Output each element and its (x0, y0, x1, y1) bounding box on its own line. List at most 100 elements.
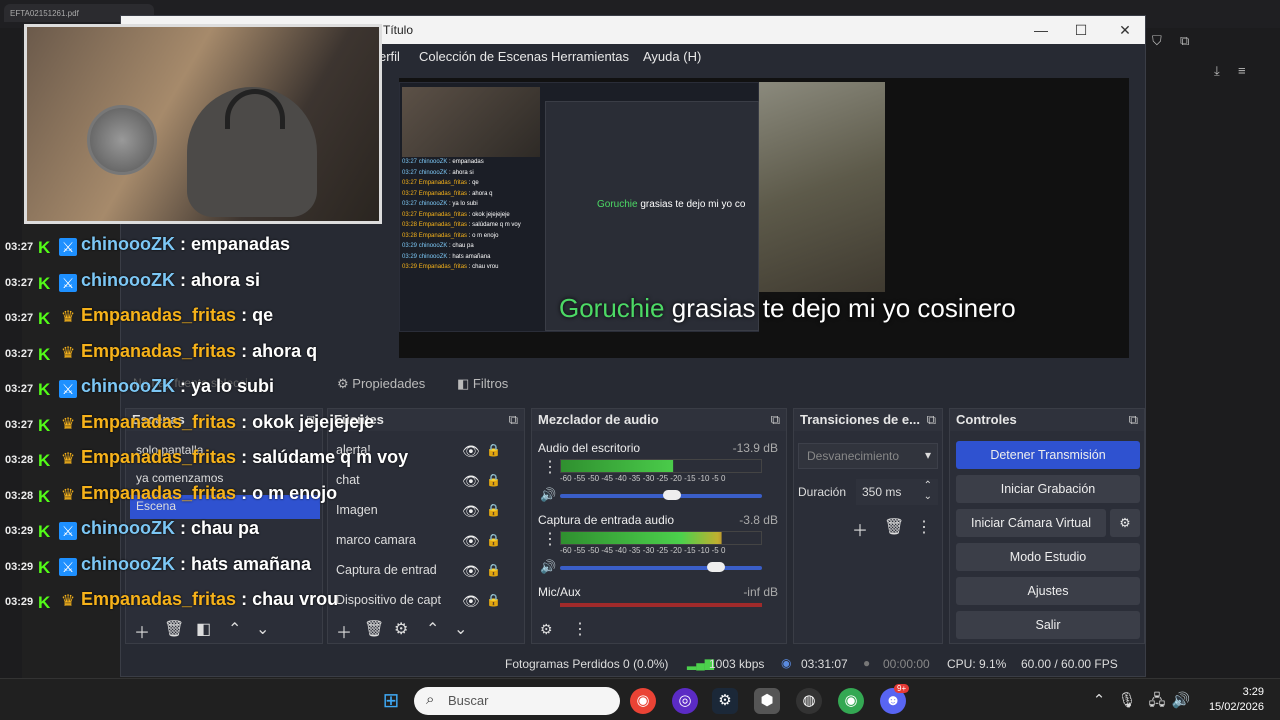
popout-icon[interactable]: ⧉ (509, 412, 518, 428)
gear-icon[interactable]: ⚙ (1110, 509, 1140, 537)
controls-header: Controles ⧉ (950, 409, 1144, 431)
minimize-button[interactable]: — (1021, 20, 1061, 40)
audio-mixer-dock: Mezclador de audio ⧉ Audio del escritorio… (531, 408, 787, 644)
menu-profile[interactable]: erfil (379, 49, 400, 64)
lock-icon[interactable]: 🔒 (486, 563, 501, 577)
add-icon[interactable]: ＋ (134, 619, 150, 643)
chat-username: Empanadas_fritas : salúdame q m voy (81, 447, 409, 467)
chat-timestamp: 03:27 (5, 241, 34, 253)
kick-icon: K (38, 273, 51, 293)
volume-icon[interactable]: 🔊 (1168, 688, 1194, 714)
eye-icon[interactable]: 👁 (462, 563, 480, 580)
shield-icon[interactable]: ⛉ (1152, 32, 1162, 50)
popout-icon[interactable]: ⧉ (1129, 412, 1138, 428)
more-vertical-icon[interactable]: ⋮ (542, 457, 558, 477)
speaker-icon[interactable]: 🔊 (540, 487, 556, 503)
gear-icon[interactable]: ⚙ (394, 619, 408, 639)
more-vertical-icon[interactable]: ⋮ (916, 517, 932, 537)
add-icon[interactable]: ＋ (852, 517, 868, 541)
meter-scale: -60 -55 -50 -45 -40 -35 -30 -25 -20 -15 … (560, 546, 726, 555)
crown-badge-icon: ♛ (60, 344, 76, 362)
volume-slider[interactable] (560, 562, 762, 572)
menu-icon[interactable]: ≡ (1238, 62, 1246, 80)
mixer-channel: Mic/Aux -inf dB (532, 585, 782, 611)
add-icon[interactable]: ＋ (336, 619, 352, 643)
close-button[interactable]: ✕ (1105, 20, 1145, 40)
trash-icon[interactable]: 🗑 (364, 619, 384, 639)
taskbar-search[interactable]: ⌕ Buscar (414, 687, 620, 715)
extensions-icon[interactable]: ⧉ (1180, 32, 1189, 50)
eye-icon[interactable]: 👁 (462, 473, 480, 490)
volume-knob[interactable] (707, 562, 726, 572)
steam-icon[interactable]: ⚙ (712, 688, 738, 714)
kick-icon: K (38, 238, 51, 257)
mini-chat-line: 03:29 chinoooZK : chau pa (402, 243, 474, 249)
microphone-icon[interactable]: 🎙 (1114, 688, 1140, 714)
eye-icon[interactable]: 👁 (462, 443, 480, 460)
channel-db: -inf dB (743, 585, 778, 599)
transition-select[interactable]: Desvanecimiento ▾ (798, 443, 938, 469)
virtual-camera-button[interactable]: Iniciar Cámara Virtual (956, 509, 1106, 537)
preview-canvas[interactable]: 03:27 chinoooZK : empanadas 03:27 chinooo… (399, 78, 1129, 358)
chat-timestamp: 03:29 (5, 525, 34, 537)
settings-button[interactable]: Ajustes (956, 577, 1140, 605)
clock[interactable]: 3:29 15/02/2026 (1198, 685, 1264, 715)
filters-button[interactable]: ◧ Filtros (457, 376, 508, 392)
chat-username: Empanadas_fritas : chau vrou (81, 589, 339, 609)
eye-icon[interactable]: 👁 (462, 533, 480, 550)
mini-chat-line: 03:29 Empanadas_fritas : chau vrou (402, 264, 499, 270)
up-arrow-icon[interactable]: ⌃ (426, 619, 439, 639)
popout-icon[interactable]: ⧉ (927, 412, 936, 428)
status-bar: Fotogramas Perdidos 0 (0.0%) ▂▄▆ 1003 kb… (121, 652, 1145, 676)
meter-scale: -60 -55 -50 -45 -40 -35 -30 -25 -20 -15 … (560, 474, 726, 483)
app-icon[interactable]: ◎ (672, 688, 698, 714)
filter-icon[interactable]: ◧ (196, 619, 211, 639)
duration-label: Duración (798, 485, 847, 499)
chevron-up-icon[interactable]: ⌃ (1086, 688, 1112, 714)
trash-icon[interactable]: 🗑 (164, 619, 184, 639)
speaker-icon[interactable]: 🔊 (540, 559, 556, 575)
volume-knob[interactable] (663, 490, 682, 500)
chat-username: Empanadas_fritas : ahora q (81, 340, 318, 361)
menu-tools[interactable]: Herramientas (551, 49, 629, 64)
down-arrow-icon[interactable]: ⌄ (454, 619, 467, 639)
start-recording-button[interactable]: Iniciar Grabación (956, 475, 1140, 503)
chat-overlay: 03:27 K ⚔ chinoooZK : empanadas 03:27 K ⚔ chino… (0, 234, 420, 616)
menu-help[interactable]: Ayuda (H) (643, 49, 701, 64)
more-vertical-icon[interactable]: ⋮ (542, 529, 558, 549)
menu-scene-collection[interactable]: Colección de Escenas (419, 49, 548, 64)
transitions-dock: Transiciones de e... ⧉ Desvanecimiento ▾ D… (793, 408, 943, 644)
bitrate: 1003 kbps (709, 657, 765, 671)
popout-icon[interactable]: ⧉ (771, 412, 780, 428)
chrome-icon[interactable]: ◉ (630, 688, 656, 714)
down-arrow-icon[interactable]: ⌄ (256, 619, 269, 639)
stop-stream-button[interactable]: Detener Transmisión (956, 441, 1140, 469)
more-vertical-icon[interactable]: ⋮ (572, 619, 588, 639)
studio-mode-button[interactable]: Modo Estudio (956, 543, 1140, 571)
eye-icon[interactable]: 👁 (462, 503, 480, 520)
record-icon: ● (863, 656, 871, 670)
trash-icon[interactable]: 🗑 (884, 517, 904, 537)
duration-field[interactable]: 350 ms ⌃ ⌄ (856, 479, 938, 505)
lock-icon[interactable]: 🔒 (486, 593, 501, 607)
lock-icon[interactable]: 🔒 (486, 503, 501, 517)
chat-text: : okok jejejejeje (241, 411, 375, 432)
exit-button[interactable]: Salir (956, 611, 1140, 639)
lock-icon[interactable]: 🔒 (486, 533, 501, 547)
download-icon[interactable]: ⤓ (1214, 62, 1220, 80)
lock-icon[interactable]: 🔒 (486, 443, 501, 457)
up-arrow-icon[interactable]: ⌃ (228, 619, 241, 639)
gear-icon[interactable]: ⚙ (540, 621, 553, 638)
network-icon[interactable]: 🖧 (1144, 688, 1170, 714)
maximize-button[interactable]: ☐ (1061, 20, 1101, 40)
stepper-icon[interactable]: ⌃ ⌄ (924, 480, 932, 502)
windows-start-icon[interactable]: ⊞ (378, 688, 404, 714)
volume-slider[interactable] (560, 490, 762, 500)
crown-badge-icon: ♛ (60, 486, 76, 504)
eye-icon[interactable]: 👁 (462, 593, 480, 610)
shield-app-icon[interactable]: ⬢ (754, 688, 780, 714)
meter-frame (560, 459, 762, 473)
chrome-profile-icon[interactable]: ◉ (838, 688, 864, 714)
lock-icon[interactable]: 🔒 (486, 473, 501, 487)
obs-icon[interactable]: ◍ (796, 688, 822, 714)
